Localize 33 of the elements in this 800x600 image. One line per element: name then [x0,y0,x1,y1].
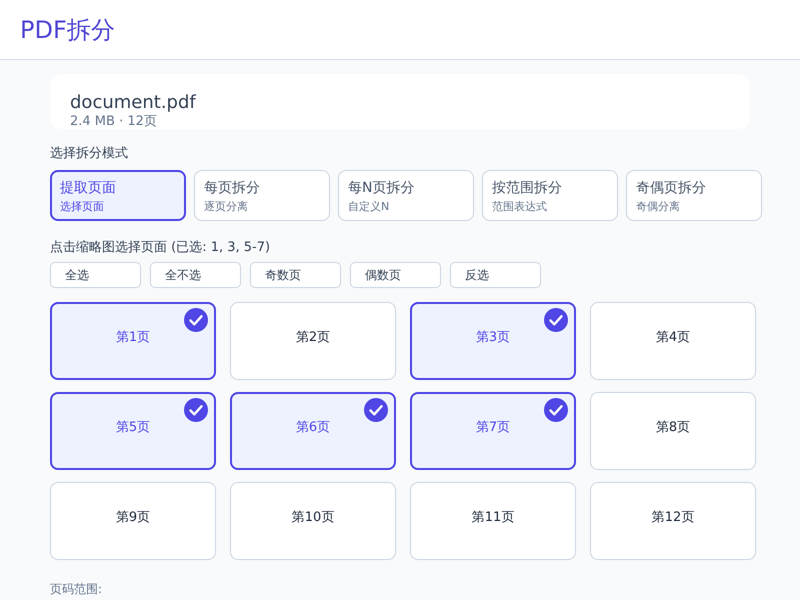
quick-select-button[interactable]: 全不选 [150,262,241,288]
page-thumbnail[interactable]: 第12页 [590,482,756,560]
mode-option[interactable]: 每N页拆分 自定义N [338,170,474,221]
quick-select-button[interactable]: 偶数页 [350,262,441,288]
section-label: 点击缩略图选择页面 (已选: 1, 3, 5-7) [50,240,272,256]
page-thumbnail[interactable]: 第6页 [230,392,396,470]
page-thumbnail[interactable]: 第8页 [590,392,756,470]
check-icon [544,398,568,422]
page-thumbnail[interactable]: 第9页 [50,482,216,560]
app-title: PDF拆分 [20,14,115,46]
page-thumbnail[interactable]: 第11页 [410,482,576,560]
page-thumbnail[interactable]: 第4页 [590,302,756,380]
quick-select-button[interactable]: 反选 [450,262,541,288]
file-meta: 2.4 MB · 12页 [70,114,158,130]
check-icon [544,308,568,332]
range-label: 页码范围: [50,582,104,596]
quick-select-button[interactable]: 奇数页 [250,262,341,288]
page-thumbnail[interactable]: 第5页 [50,392,216,470]
mode-option[interactable]: 每页拆分 逐页分离 [194,170,330,221]
file-name: document.pdf [70,92,197,114]
check-icon [364,398,388,422]
mode-option[interactable]: 提取页面 选择页面 [50,170,186,221]
section-label: 选择拆分模式 [50,146,129,162]
mode-option[interactable]: 奇偶页拆分 奇偶分离 [626,170,762,221]
mode-option[interactable]: 按范围拆分 范围表达式 [482,170,618,221]
page-thumbnail[interactable]: 第10页 [230,482,396,560]
quick-select-button[interactable]: 全选 [50,262,141,288]
check-icon [184,308,208,332]
page-thumbnail[interactable]: 第1页 [50,302,216,380]
page-thumbnail[interactable]: 第2页 [230,302,396,380]
page-thumbnail[interactable]: 第3页 [410,302,576,380]
check-icon [184,398,208,422]
page-thumbnail[interactable]: 第7页 [410,392,576,470]
